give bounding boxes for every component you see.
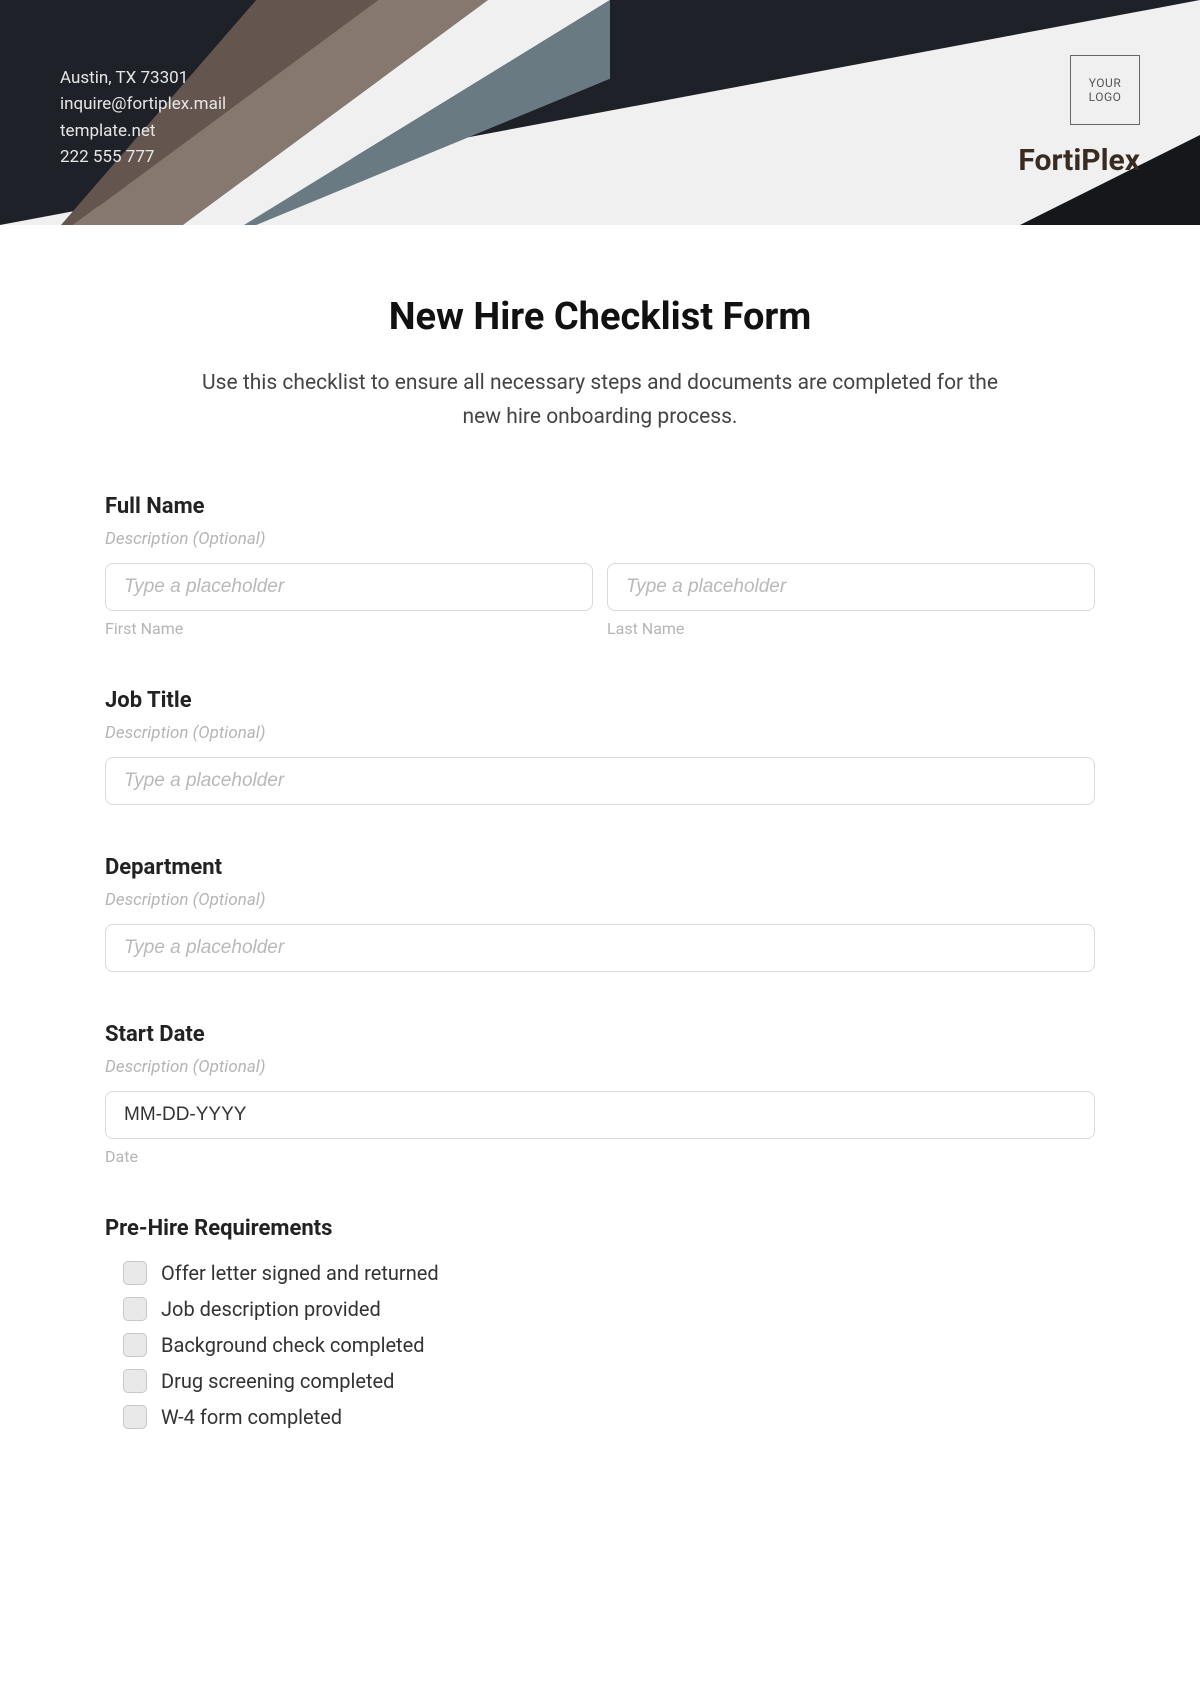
field-job-title: Job Title Description (Optional) — [105, 688, 1095, 805]
brand-block: YOUR LOGO FortiPlex — [1018, 55, 1140, 178]
checkbox-icon[interactable] — [123, 1369, 147, 1393]
form-intro: Use this checklist to ensure all necessa… — [190, 367, 1010, 434]
field-department: Department Description (Optional) — [105, 855, 1095, 972]
department-input[interactable] — [105, 924, 1095, 972]
brand-name: FortiPlex — [1018, 143, 1140, 178]
last-name-input[interactable] — [607, 563, 1095, 611]
contact-address: Austin, TX 73301 — [60, 65, 226, 91]
prehire-item-label: W-4 form completed — [161, 1405, 342, 1429]
start-date-desc: Description (Optional) — [105, 1057, 1095, 1077]
full-name-desc: Description (Optional) — [105, 529, 1095, 549]
prehire-item: Background check completed — [123, 1333, 1095, 1357]
logo-text-line-2: LOGO — [1089, 90, 1122, 104]
department-label: Department — [105, 855, 1095, 880]
contact-email: inquire@fortiplex.mail — [60, 91, 226, 117]
contact-website: template.net — [60, 118, 226, 144]
start-date-label: Start Date — [105, 1022, 1095, 1047]
logo-placeholder: YOUR LOGO — [1070, 55, 1140, 125]
last-name-sublabel: Last Name — [607, 619, 1095, 638]
form-body: New Hire Checklist Form Use this checkli… — [0, 225, 1200, 1429]
field-full-name: Full Name Description (Optional) First N… — [105, 494, 1095, 638]
prehire-item: Job description provided — [123, 1297, 1095, 1321]
logo-text-line-1: YOUR — [1089, 76, 1121, 90]
job-title-desc: Description (Optional) — [105, 723, 1095, 743]
prehire-list: Offer letter signed and returned Job des… — [105, 1261, 1095, 1429]
form-title: New Hire Checklist Form — [105, 295, 1095, 339]
section-prehire: Pre-Hire Requirements Offer letter signe… — [105, 1216, 1095, 1429]
prehire-item-label: Drug screening completed — [161, 1369, 394, 1393]
prehire-item: Drug screening completed — [123, 1369, 1095, 1393]
prehire-item-label: Job description provided — [161, 1297, 381, 1321]
first-name-sublabel: First Name — [105, 619, 593, 638]
contact-block: Austin, TX 73301 inquire@fortiplex.mail … — [60, 65, 226, 170]
prehire-item: Offer letter signed and returned — [123, 1261, 1095, 1285]
field-start-date: Start Date Description (Optional) Date — [105, 1022, 1095, 1166]
department-desc: Description (Optional) — [105, 890, 1095, 910]
job-title-label: Job Title — [105, 688, 1095, 713]
checkbox-icon[interactable] — [123, 1333, 147, 1357]
checkbox-icon[interactable] — [123, 1297, 147, 1321]
start-date-input[interactable] — [105, 1091, 1095, 1139]
prehire-item-label: Background check completed — [161, 1333, 424, 1357]
prehire-item-label: Offer letter signed and returned — [161, 1261, 439, 1285]
job-title-input[interactable] — [105, 757, 1095, 805]
prehire-item: W-4 form completed — [123, 1405, 1095, 1429]
full-name-label: Full Name — [105, 494, 1095, 519]
checkbox-icon[interactable] — [123, 1405, 147, 1429]
start-date-sublabel: Date — [105, 1147, 1095, 1166]
page-header: Austin, TX 73301 inquire@fortiplex.mail … — [0, 0, 1200, 225]
first-name-input[interactable] — [105, 563, 593, 611]
contact-phone: 222 555 777 — [60, 144, 226, 170]
checkbox-icon[interactable] — [123, 1261, 147, 1285]
prehire-heading: Pre-Hire Requirements — [105, 1216, 1095, 1241]
